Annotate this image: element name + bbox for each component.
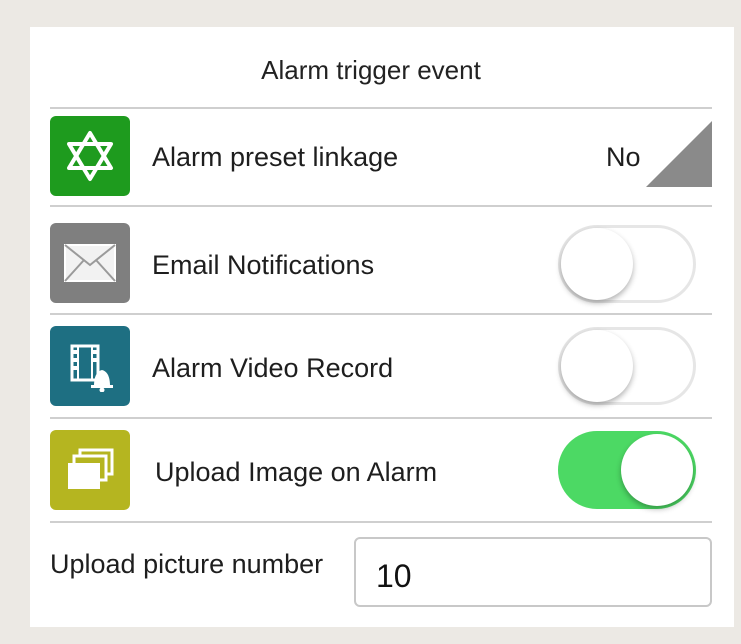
star-of-david-icon [50,116,130,196]
upload-image-on-alarm-row: Upload Image on Alarm [50,419,712,519]
email-notifications-label: Email Notifications [152,250,375,280]
film-bell-icon [50,326,130,406]
email-notifications-row: Email Notifications [50,207,712,307]
alarm-video-record-row: Alarm Video Record [50,315,712,415]
alarm-preset-linkage-row[interactable]: Alarm preset linkage No [50,109,712,209]
upload-picture-number-input[interactable] [354,537,712,607]
toggle-knob [561,330,633,402]
alarm-settings-panel: Alarm trigger event Alarm preset linkage… [30,27,734,627]
alarm-preset-linkage-value[interactable]: No [606,142,641,173]
upload-picture-number-label: Upload picture number [50,549,324,579]
toggle-knob [561,228,633,300]
stacked-images-icon [50,430,130,510]
envelope-icon [50,223,130,303]
dropdown-corner-indicator[interactable] [646,121,712,187]
alarm-preset-linkage-label: Alarm preset linkage [152,142,399,172]
upload-image-on-alarm-toggle[interactable] [558,431,696,509]
toggle-knob [621,434,693,506]
alarm-video-record-toggle[interactable] [558,327,696,405]
page-title: Alarm trigger event [261,55,481,85]
upload-image-on-alarm-label: Upload Image on Alarm [155,457,438,487]
divider [50,521,712,523]
email-notifications-toggle[interactable] [558,225,696,303]
alarm-video-record-label: Alarm Video Record [152,353,394,383]
